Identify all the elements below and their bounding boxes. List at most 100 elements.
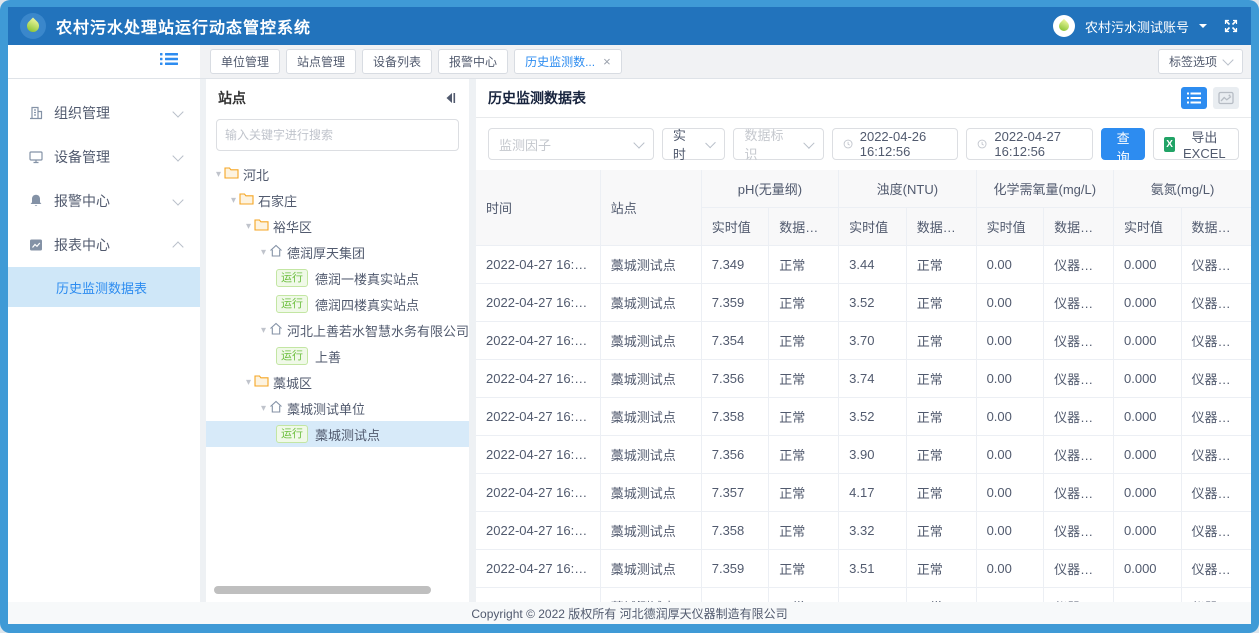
cell: 2022-04-27 16:06:05 [476,474,600,512]
data-flag-select[interactable]: 数据标识 [733,128,823,160]
cell: 藁城测试点 [600,284,701,322]
tree-node-德润一楼真实站点[interactable]: 运行德润一楼真实站点 [206,265,469,291]
cell: 正常 [906,246,976,284]
chevron-down-icon [706,137,717,148]
cell: 正常 [906,360,976,398]
tab-单位管理[interactable]: 单位管理 [210,49,280,74]
caret-expanded-icon[interactable]: ▾ [216,169,221,180]
scrollbar-thumb[interactable] [214,586,431,594]
station-label: 藁城测试点 [315,425,380,444]
account-dropdown-caret-icon[interactable] [1199,24,1207,28]
cell: 仪器离线 [1181,284,1251,322]
period-select[interactable]: 实时 [662,128,726,160]
export-excel-button[interactable]: X 导出EXCEL [1153,128,1239,160]
menu-collapse-icon[interactable] [160,52,178,71]
header-right: 农村污水测试账号 [1053,15,1239,37]
tag-options-button[interactable]: 标签选项 [1158,49,1243,74]
tree-node-德润厚天集团[interactable]: ▾德润厚天集团 [206,239,469,265]
caret-expanded-icon[interactable]: ▾ [246,221,251,232]
column-header-时间: 时间 [476,170,600,246]
caret-expanded-icon[interactable]: ▾ [261,247,266,258]
cell: 2022-04-27 16:09:05 [476,360,600,398]
chart-view-icon[interactable] [1213,87,1239,109]
tree-node-藁城区[interactable]: ▾藁城区 [206,369,469,395]
station-tree: ▾河北▾石家庄▾裕华区▾德润厚天集团运行德润一楼真实站点运行德润四楼真实站点▾河… [206,161,469,584]
tree-node-河北[interactable]: ▾ 河北 [206,161,469,187]
tree-node-藁城测试单位[interactable]: ▾藁城测试单位 [206,395,469,421]
cell: 藁城测试点 [600,398,701,436]
tree-node-裕华区[interactable]: ▾裕华区 [206,213,469,239]
tab-strip: 单位管理站点管理设备列表报警中心历史监测数...× [200,45,1158,78]
folder-icon [239,192,254,208]
sub-column-header-实时值: 实时值 [1114,208,1182,246]
end-time-picker[interactable]: 2022-04-27 16:12:56 [966,128,1093,160]
sidebar-item-设备管理[interactable]: 设备管理 [8,135,200,179]
sub-column-header-实时值: 实时值 [976,208,1044,246]
data-table-wrap: 时间站点pH(无量纲)浊度(NTU)化学需氧量(mg/L)氨氮(mg/L)实时值… [476,170,1251,602]
tree-node-石家庄[interactable]: ▾石家庄 [206,187,469,213]
caret-expanded-icon[interactable]: ▾ [231,195,236,206]
top-header: 农村污水处理站运行动态管控系统 农村污水测试账号 [8,7,1251,45]
copyright-text: Copyright © 2022 版权所有 河北德润厚天仪器制造有限公司 [471,605,787,622]
tab-站点管理[interactable]: 站点管理 [286,49,356,74]
sidebar-item-报警中心[interactable]: 报警中心 [8,179,200,223]
cell: 0.000 [1114,322,1182,360]
cell: 0.00 [976,550,1044,588]
tree-node-河北上善若水智慧水务有限公司[interactable]: ▾河北上善若水智慧水务有限公司 [206,317,469,343]
sidebar-item-label: 设备管理 [54,147,174,167]
account-name[interactable]: 农村污水测试账号 [1085,17,1189,36]
cell: 仪器离线 [1181,436,1251,474]
cell: 仪器离线 [1181,512,1251,550]
station-label: 德润四楼真实站点 [315,295,419,314]
sidebar-item-组织管理[interactable]: 组织管理 [8,91,200,135]
tab-历史监测数...[interactable]: 历史监测数...× [514,49,622,74]
cell: 0.000 [1114,474,1182,512]
panel-collapse-icon[interactable] [443,91,457,105]
tree-search-input[interactable] [216,119,459,151]
sidebar-item-报表中心[interactable]: 报表中心 [8,223,200,267]
caret-expanded-icon[interactable]: ▾ [246,377,251,388]
account-avatar-water-drop-icon [1053,15,1075,37]
table-row: 2022-04-27 16:05:05藁城测试点7.358正常3.32正常0.0… [476,512,1251,550]
status-badge-running: 运行 [276,295,308,313]
body: 组织管理设备管理报警中心报表中心历史监测数据表 站点 ▾河北▾石家庄▾裕华区▾德… [8,79,1251,602]
cell: 正常 [769,322,839,360]
table-view-icon[interactable] [1181,87,1207,109]
cell: 正常 [769,246,839,284]
sub-column-header-数据标识: 数据标识 [906,208,976,246]
cell: 藁城测试点 [600,512,701,550]
cell: 3.43 [839,588,907,603]
cell: 藁城测试点 [600,322,701,360]
chevron-down-icon [1222,54,1233,65]
tab-报警中心[interactable]: 报警中心 [438,49,508,74]
query-button[interactable]: 查询 [1101,128,1145,160]
table-head: 时间站点pH(无量纲)浊度(NTU)化学需氧量(mg/L)氨氮(mg/L)实时值… [476,170,1251,246]
cell: 3.90 [839,436,907,474]
device-icon [28,149,44,165]
tree-node-label: 河北 [243,165,269,184]
tab-设备列表[interactable]: 设备列表 [362,49,432,74]
caret-expanded-icon[interactable]: ▾ [261,403,266,414]
tab-label: 报警中心 [449,53,497,70]
tree-node-德润四楼真实站点[interactable]: 运行德润四楼真实站点 [206,291,469,317]
cell: 3.44 [839,246,907,284]
history-data-table: 时间站点pH(无量纲)浊度(NTU)化学需氧量(mg/L)氨氮(mg/L)实时值… [476,170,1251,602]
folder-icon [254,218,269,234]
cell: 仪器离线 [1044,360,1114,398]
export-label: 导出EXCEL [1181,127,1228,161]
period-value: 实时 [673,125,696,163]
cell: 0.000 [1114,550,1182,588]
caret-expanded-icon[interactable]: ▾ [261,325,266,336]
cell: 0.00 [976,246,1044,284]
sidebar-subitem-历史监测数据表[interactable]: 历史监测数据表 [8,267,200,307]
tab-bar: 单位管理站点管理设备列表报警中心历史监测数...× 标签选项 [8,45,1251,79]
monitor-factor-select[interactable]: 监测因子 [488,128,654,160]
cell: 7.356 [701,360,769,398]
fullscreen-icon[interactable] [1223,18,1239,34]
tree-node-上善[interactable]: 运行上善 [206,343,469,369]
start-time-picker[interactable]: 2022-04-26 16:12:56 [832,128,959,160]
tree-node-藁城测试点[interactable]: 运行藁城测试点 [206,421,469,447]
sidebar-menu: 组织管理设备管理报警中心报表中心历史监测数据表 [8,79,200,602]
tab-close-icon[interactable]: × [603,55,611,68]
cell: 2022-04-27 16:08:05 [476,398,600,436]
